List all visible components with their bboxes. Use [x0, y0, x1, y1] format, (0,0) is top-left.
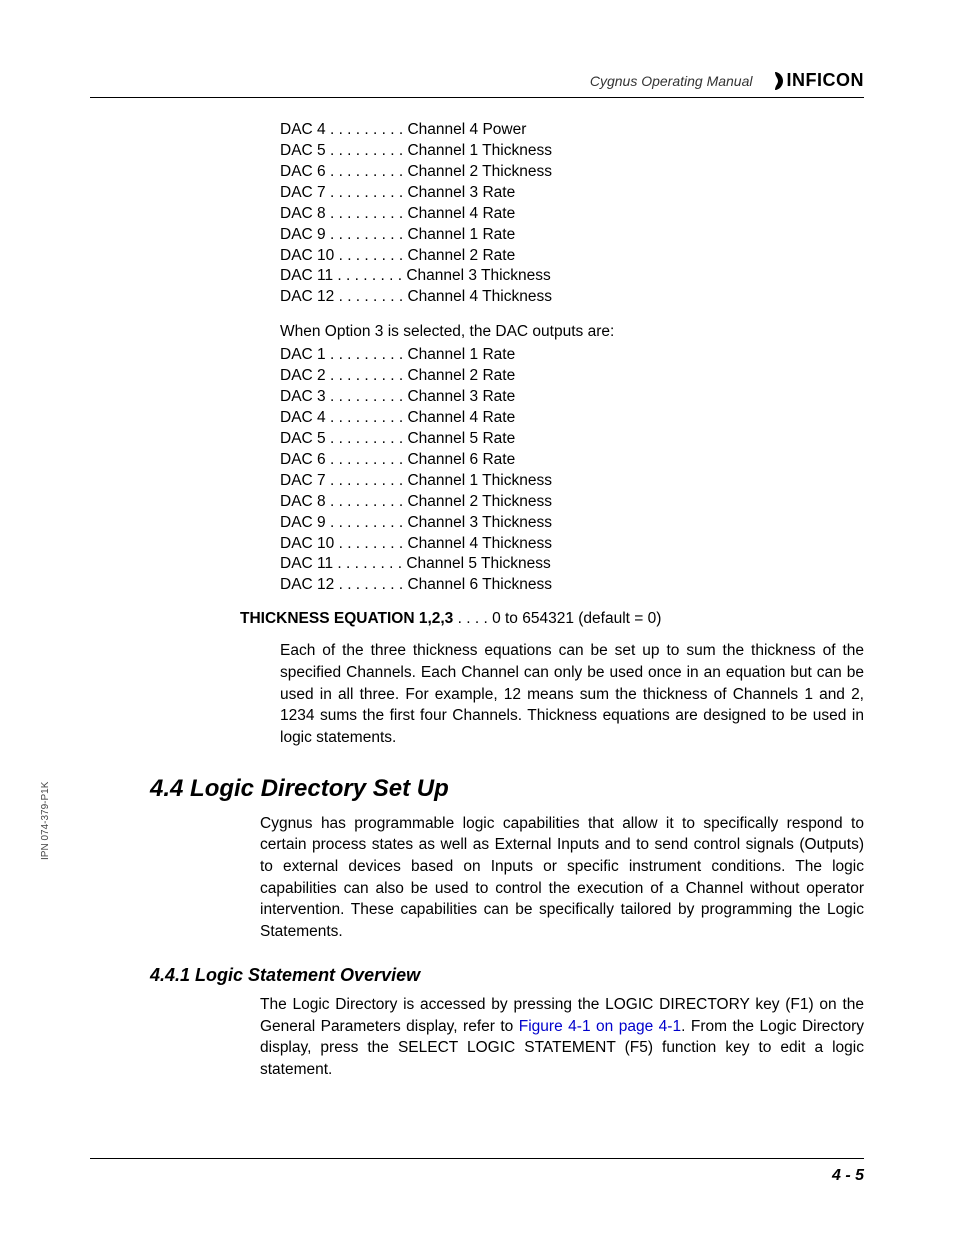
dac-row: DAC 11 . . . . . . . . Channel 5 Thickne…	[280, 554, 864, 575]
parameter-heading: THICKNESS EQUATION 1,2,3 . . . . 0 to 65…	[240, 610, 864, 628]
subsection-body: The Logic Directory is accessed by press…	[260, 994, 864, 1081]
brand-logo: INFICON	[765, 70, 865, 91]
parameter-range: . . . . 0 to 654321 (default = 0)	[453, 610, 661, 627]
parameter-name: THICKNESS EQUATION 1,2,3	[240, 610, 453, 627]
page-header: Cygnus Operating Manual INFICON	[90, 70, 864, 98]
dac-row: DAC 12 . . . . . . . . Channel 6 Thickne…	[280, 575, 864, 596]
option3-intro: When Option 3 is selected, the DAC outpu…	[280, 322, 864, 343]
dac-row: DAC 4 . . . . . . . . . Channel 4 Power	[280, 120, 864, 141]
logo-icon	[765, 71, 785, 91]
dac-row: DAC 5 . . . . . . . . . Channel 1 Thickn…	[280, 141, 864, 162]
dac-row: DAC 6 . . . . . . . . . Channel 6 Rate	[280, 450, 864, 471]
dac-row: DAC 7 . . . . . . . . . Channel 1 Thickn…	[280, 471, 864, 492]
dac-row: DAC 8 . . . . . . . . . Channel 4 Rate	[280, 204, 864, 225]
page-footer: 4 - 5	[90, 1158, 864, 1185]
dac-row: DAC 8 . . . . . . . . . Channel 2 Thickn…	[280, 492, 864, 513]
brand-name: INFICON	[787, 70, 865, 91]
dac-row: DAC 5 . . . . . . . . . Channel 5 Rate	[280, 429, 864, 450]
dac-row: DAC 1 . . . . . . . . . Channel 1 Rate	[280, 345, 864, 366]
dac-row: DAC 11 . . . . . . . . Channel 3 Thickne…	[280, 266, 864, 287]
section-heading: 4.4 Logic Directory Set Up	[150, 775, 864, 803]
page-number: 4 - 5	[832, 1167, 864, 1184]
dac-list-1: DAC 4 . . . . . . . . . Channel 4 PowerD…	[280, 120, 864, 596]
dac-row: DAC 7 . . . . . . . . . Channel 3 Rate	[280, 183, 864, 204]
dac-row: DAC 9 . . . . . . . . . Channel 3 Thickn…	[280, 513, 864, 534]
dac-row: DAC 6 . . . . . . . . . Channel 2 Thickn…	[280, 162, 864, 183]
subsection-heading: 4.4.1 Logic Statement Overview	[150, 965, 864, 986]
dac-row: DAC 2 . . . . . . . . . Channel 2 Rate	[280, 366, 864, 387]
figure-link[interactable]: Figure 4-1 on page 4-1	[519, 1018, 681, 1035]
ipn-label: IPN 074-379-P1K	[40, 782, 51, 860]
dac-row: DAC 9 . . . . . . . . . Channel 1 Rate	[280, 225, 864, 246]
dac-row: DAC 10 . . . . . . . . Channel 4 Thickne…	[280, 534, 864, 555]
dac-row: DAC 10 . . . . . . . . Channel 2 Rate	[280, 246, 864, 267]
manual-title: Cygnus Operating Manual	[590, 73, 753, 89]
dac-row: DAC 3 . . . . . . . . . Channel 3 Rate	[280, 387, 864, 408]
dac-row: DAC 12 . . . . . . . . Channel 4 Thickne…	[280, 287, 864, 308]
parameter-description: Each of the three thickness equations ca…	[280, 640, 864, 748]
dac-row: DAC 4 . . . . . . . . . Channel 4 Rate	[280, 408, 864, 429]
section-body: Cygnus has programmable logic capabiliti…	[260, 813, 864, 943]
